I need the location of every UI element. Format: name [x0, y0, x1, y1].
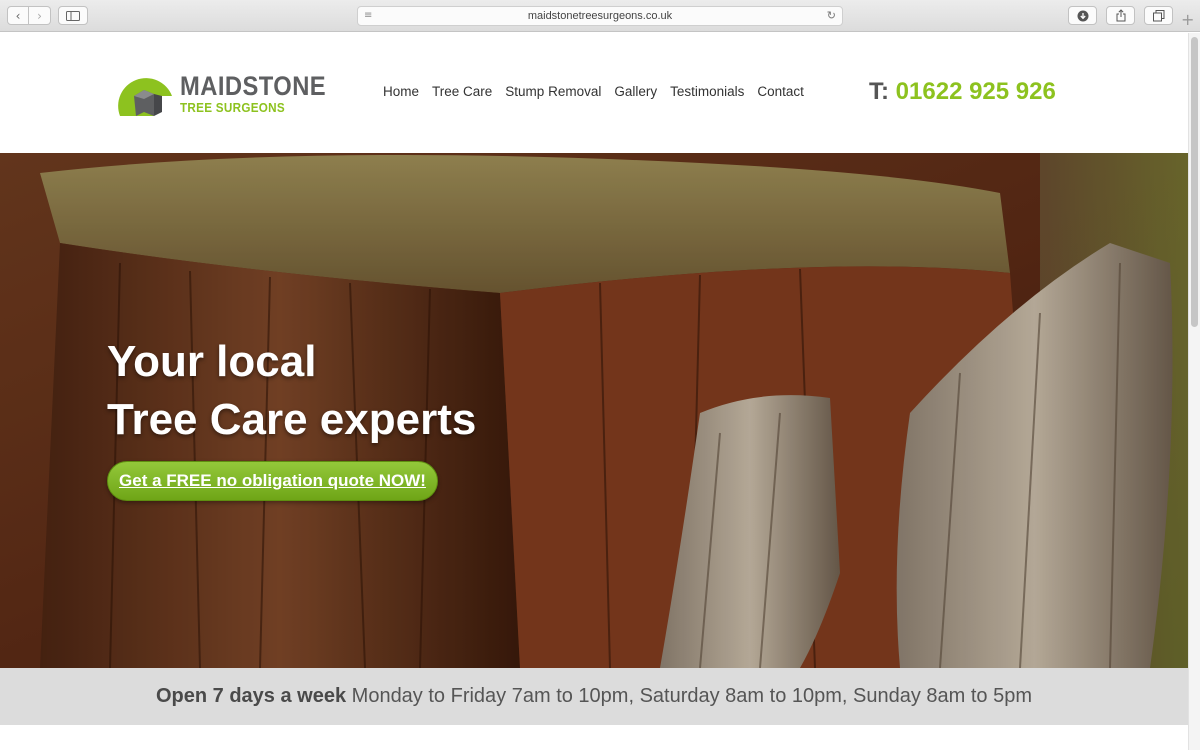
back-button[interactable]: ‹: [7, 6, 29, 25]
address-bar[interactable]: ≡ maidstonetreesurgeons.co.uk ↻: [357, 6, 843, 26]
download-button[interactable]: [1068, 6, 1097, 25]
sidebar-icon: [66, 10, 80, 21]
opening-hours-lead: Open 7 days a week: [155, 685, 347, 707]
logo-title: MAIDSTONE: [180, 71, 327, 101]
reader-lines-icon[interactable]: ≡: [364, 10, 372, 21]
hero-banner: Your local Tree Care experts Get a FREE …: [0, 153, 1188, 668]
phone-prefix: T:: [869, 78, 889, 105]
opening-hours-bar: Open 7 days a week Monday to Friday 7am …: [0, 668, 1188, 725]
phone-number[interactable]: 01622 925 926: [896, 78, 1056, 105]
site-header: MAIDSTONE TREE SURGEONS Home Tree Care S…: [0, 33, 1188, 153]
nav-home[interactable]: Home: [383, 84, 419, 99]
scrollbar-thumb[interactable]: [1191, 37, 1198, 327]
share-button[interactable]: [1106, 6, 1135, 25]
nav-testimonials[interactable]: Testimonials: [670, 84, 744, 99]
nav-stump-removal[interactable]: Stump Removal: [505, 84, 601, 99]
page-continuation: [0, 725, 1188, 750]
download-icon: [1077, 10, 1088, 21]
nav-tree-care[interactable]: Tree Care: [432, 84, 492, 99]
chevron-right-icon: ›: [37, 8, 42, 23]
nav-contact[interactable]: Contact: [757, 84, 804, 99]
hero-headline: Your local Tree Care experts: [107, 333, 476, 449]
logo-subtitle: TREE SURGEONS: [180, 100, 285, 115]
tree-stump-logo-icon: [118, 78, 172, 116]
tabs-overview-button[interactable]: [1144, 6, 1173, 25]
tabs-overview-icon: [1152, 9, 1164, 21]
chevron-left-icon: ‹: [15, 8, 21, 23]
browser-toolbar: ‹ › ≡ maidstonetreesurgeons.co.uk ↻ +: [0, 0, 1200, 32]
toolbar-actions: [1068, 6, 1173, 25]
opening-hours-text: Open 7 days a week Monday to Friday 7am …: [156, 685, 1032, 708]
phone-contact[interactable]: T: 01622 925 926: [869, 78, 1056, 106]
hero-headline-line1: Your local: [107, 337, 317, 386]
nav-gallery[interactable]: Gallery: [614, 84, 657, 99]
share-icon: [1116, 9, 1125, 22]
free-quote-button[interactable]: Get a FREE no obligation quote NOW!: [107, 461, 438, 501]
site-logo[interactable]: MAIDSTONE TREE SURGEONS: [114, 66, 326, 118]
sidebar-toggle-button[interactable]: [58, 6, 88, 25]
url-text: maidstonetreesurgeons.co.uk: [527, 10, 673, 22]
history-nav: ‹ ›: [7, 6, 51, 25]
hero-headline-line2: Tree Care experts: [107, 395, 477, 444]
opening-hours-detail: Monday to Friday 7am to 10pm, Saturday 8…: [351, 685, 1033, 707]
plus-icon[interactable]: +: [1181, 10, 1194, 29]
reload-icon[interactable]: ↻: [827, 9, 836, 22]
main-nav: Home Tree Care Stump Removal Gallery Tes…: [383, 84, 817, 99]
page-scrollbar[interactable]: [1188, 33, 1200, 750]
forward-button[interactable]: ›: [29, 6, 51, 25]
